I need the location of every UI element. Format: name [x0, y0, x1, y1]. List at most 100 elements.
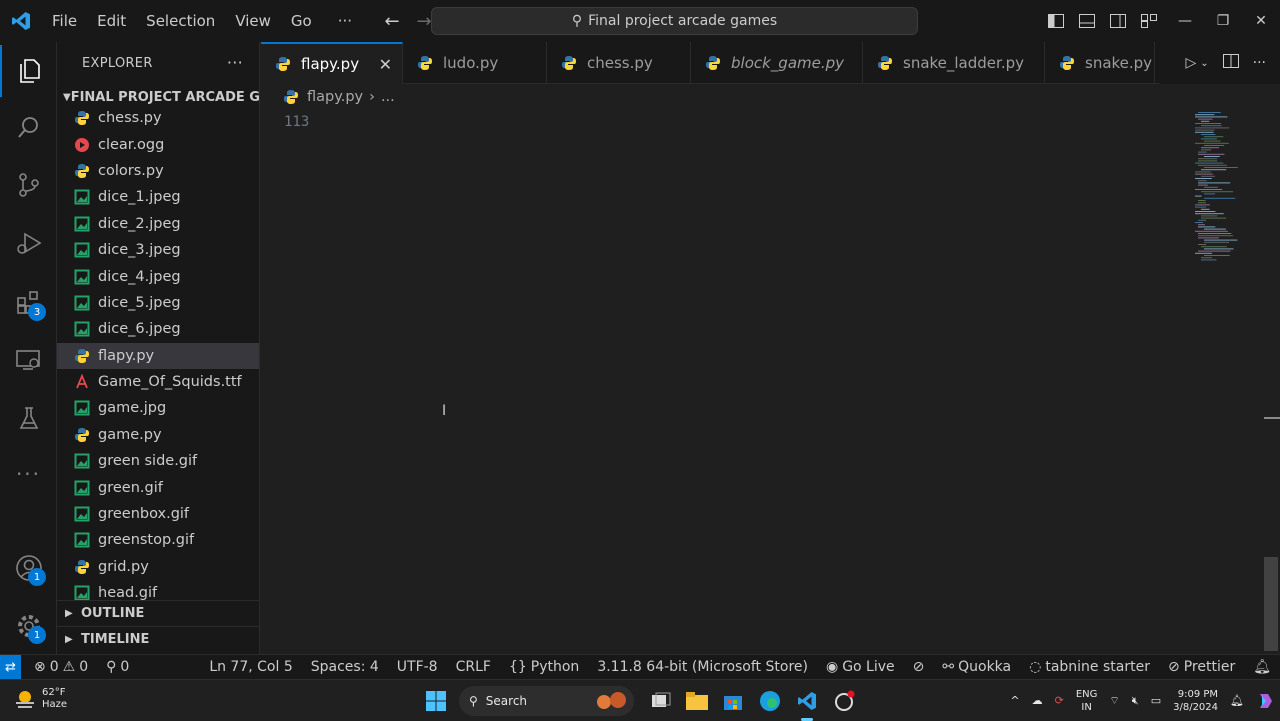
file-item[interactable]: dice_6.jpeg: [57, 316, 259, 342]
close-tab-icon[interactable]: ✕: [379, 55, 392, 74]
microsoft-store-icon[interactable]: [720, 688, 746, 714]
editor-area[interactable]: 113 I: [261, 110, 1280, 654]
edge-browser-icon[interactable]: [757, 688, 783, 714]
prettier-status[interactable]: ⊘ Prettier: [1159, 659, 1244, 675]
python-icon: [74, 110, 98, 126]
menu-edit[interactable]: Edit: [87, 0, 136, 42]
file-name: flapy.py: [98, 347, 155, 364]
accounts-icon[interactable]: 1: [0, 542, 57, 594]
file-item[interactable]: greenbox.gif: [57, 501, 259, 527]
file-item[interactable]: colors.py: [57, 158, 259, 184]
file-item[interactable]: green side.gif: [57, 448, 259, 474]
battery-icon[interactable]: ▭: [1145, 694, 1167, 707]
file-item[interactable]: Game_Of_Squids.ttf: [57, 369, 259, 395]
testing-icon[interactable]: [0, 392, 57, 444]
file-item[interactable]: flapy.py: [57, 342, 259, 369]
minimize-icon[interactable]: —: [1166, 13, 1204, 29]
remote-explorer-icon[interactable]: [0, 334, 57, 386]
remote-indicator-icon[interactable]: ⇄: [0, 654, 21, 680]
file-explorer-icon[interactable]: [684, 688, 710, 714]
editor-tab[interactable]: flapy.py ✕: [261, 42, 403, 84]
file-item[interactable]: dice_5.jpeg: [57, 290, 259, 316]
cursor-position[interactable]: Ln 77, Col 5: [200, 659, 301, 675]
editor-tab[interactable]: block_game.py: [691, 42, 863, 84]
notifications-bell-icon[interactable]: 🔔︎: [1244, 659, 1280, 675]
toggle-primary-sidebar-icon[interactable]: [1040, 14, 1071, 28]
file-item[interactable]: clear.ogg: [57, 131, 259, 157]
ports-status[interactable]: ⚲ 0: [97, 659, 138, 675]
run-file-icon[interactable]: ▷: [1185, 55, 1196, 71]
editor-more-icon[interactable]: ···: [1253, 55, 1266, 71]
file-item[interactable]: dice_3.jpeg: [57, 237, 259, 263]
menu-file[interactable]: File: [42, 0, 87, 42]
weather-widget[interactable]: 62°F Haze: [14, 687, 67, 711]
file-item[interactable]: head.gif: [57, 580, 259, 602]
problems-status[interactable]: ⊗ 0 ⚠ 0: [25, 659, 97, 675]
explorer-icon[interactable]: [0, 45, 57, 97]
file-item[interactable]: green.gif: [57, 474, 259, 500]
vscode-taskbar-icon[interactable]: [794, 688, 820, 714]
run-debug-icon[interactable]: [0, 217, 57, 269]
windows-start-icon[interactable]: [423, 688, 449, 714]
file-item[interactable]: dice_4.jpeg: [57, 263, 259, 289]
quokka-status[interactable]: ⚯ Quokka: [933, 659, 1020, 675]
editor-tab[interactable]: snake_ladder.py: [863, 42, 1045, 84]
editor-tab[interactable]: snake.py: [1045, 42, 1155, 84]
editor-tab[interactable]: chess.py: [547, 42, 691, 84]
outline-section[interactable]: ▶ OUTLINE: [57, 600, 259, 626]
task-view-icon[interactable]: [648, 688, 674, 714]
toggle-panel-icon[interactable]: [1071, 14, 1102, 28]
notification-bell-icon[interactable]: 🔔︎: [1224, 694, 1250, 707]
extensions-icon[interactable]: 3: [0, 277, 57, 329]
indentation-status[interactable]: Spaces: 4: [302, 659, 388, 675]
file-item[interactable]: chess.py: [57, 105, 259, 131]
breadcrumb-more[interactable]: ...: [381, 89, 395, 105]
vertical-scrollbar[interactable]: [1264, 557, 1278, 651]
interpreter-status[interactable]: 3.11.8 64-bit (Microsoft Store): [588, 659, 817, 675]
clock[interactable]: 9:09 PM 3/8/2024: [1167, 688, 1224, 714]
tabnine-status[interactable]: ◌ tabnine starter: [1020, 659, 1159, 675]
language-indicator[interactable]: ENG IN: [1070, 688, 1104, 714]
volume-muted-icon[interactable]: 🔇︎: [1126, 694, 1145, 708]
minimap[interactable]: [1191, 110, 1271, 270]
language-mode[interactable]: {} Python: [500, 659, 588, 675]
show-hidden-icons-chevron[interactable]: ^: [1004, 694, 1025, 707]
file-item[interactable]: dice_1.jpeg: [57, 184, 259, 210]
search-icon[interactable]: [0, 101, 57, 153]
wifi-icon[interactable]: ⌔: [1103, 694, 1125, 708]
file-item[interactable]: game.jpg: [57, 395, 259, 421]
menu-go[interactable]: Go: [281, 0, 322, 42]
timeline-section[interactable]: ▶ TIMELINE: [57, 626, 259, 652]
file-item[interactable]: dice_2.jpeg: [57, 211, 259, 237]
explorer-more-icon[interactable]: ···: [227, 53, 243, 72]
editor-tab[interactable]: ludo.py: [403, 42, 547, 84]
taskbar-search[interactable]: ⚲ Search: [459, 686, 634, 716]
toggle-secondary-sidebar-icon[interactable]: [1102, 14, 1133, 28]
sync-icon[interactable]: ⟳: [1049, 694, 1070, 707]
breadcrumb-file[interactable]: flapy.py: [307, 89, 363, 105]
file-item[interactable]: game.py: [57, 422, 259, 448]
command-center-search[interactable]: ⚲ Final project arcade games: [431, 7, 918, 35]
encoding-status[interactable]: UTF-8: [388, 659, 447, 675]
customize-layout-icon[interactable]: [1133, 14, 1164, 28]
copilot-icon[interactable]: [1250, 692, 1280, 710]
close-window-icon[interactable]: ✕: [1242, 13, 1280, 29]
settings-gear-icon[interactable]: 1: [0, 600, 57, 652]
file-item[interactable]: grid.py: [57, 554, 259, 580]
eol-status[interactable]: CRLF: [447, 659, 500, 675]
copilot-disabled-icon[interactable]: ⊘: [904, 659, 934, 675]
onedrive-icon[interactable]: ☁: [1026, 694, 1049, 707]
more-views-icon[interactable]: ···: [0, 448, 57, 500]
maximize-icon[interactable]: ❐: [1204, 13, 1242, 29]
back-arrow-icon[interactable]: ←: [376, 11, 408, 32]
chrome-recording-icon[interactable]: [831, 688, 857, 714]
source-control-icon[interactable]: [0, 159, 57, 211]
menu-view[interactable]: View: [225, 0, 281, 42]
run-dropdown-chevron-icon[interactable]: ⌄: [1200, 58, 1208, 69]
menu-more[interactable]: ···: [328, 0, 362, 42]
file-item[interactable]: greenstop.gif: [57, 527, 259, 553]
minimap-line: [1201, 208, 1210, 210]
split-editor-icon[interactable]: [1222, 54, 1239, 72]
menu-selection[interactable]: Selection: [136, 0, 225, 42]
go-live-button[interactable]: ◉ Go Live: [817, 659, 904, 675]
